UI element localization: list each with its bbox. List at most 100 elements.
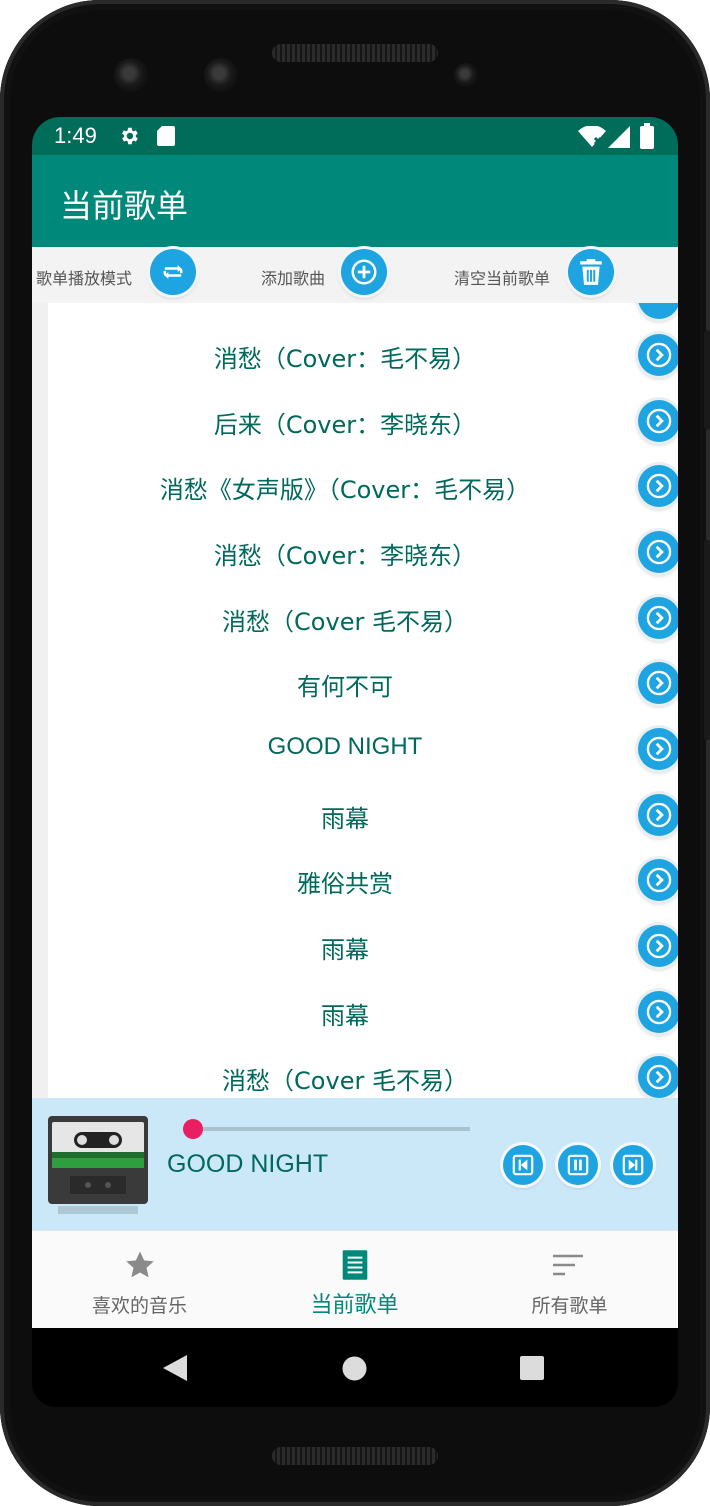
nav-label: 所有歌单 [531, 1295, 608, 1317]
nav-label: 当前歌单 [310, 1293, 399, 1318]
list-item[interactable]: GOOD NIGHT [32, 715, 678, 781]
list-item[interactable]: 消愁（Cover：毛不易） [32, 321, 678, 387]
chevron-right-circle-icon [646, 802, 672, 828]
phone-frame: 1:49 当前歌单 歌单播放模式 添加歌曲 清空当前歌单 消愁（Cover：毛不… [0, 0, 710, 1506]
front-camera [114, 58, 148, 92]
play-song-button[interactable] [638, 1056, 678, 1098]
bottom-navigation: 喜欢的音乐 当前歌单 所有歌单 [32, 1230, 678, 1328]
list-item[interactable]: 消愁（Cover 毛不易） [32, 1043, 678, 1098]
add-song-label: 添加歌曲 [261, 269, 326, 288]
list-document-icon [337, 1247, 373, 1283]
play-song-button[interactable] [638, 925, 678, 967]
pause-icon [567, 1154, 589, 1176]
status-bar: 1:49 [32, 117, 678, 155]
nav-current-playlist[interactable]: 当前歌单 [247, 1231, 462, 1329]
song-title: 雨幕 [321, 805, 369, 833]
play-song-button[interactable] [638, 400, 678, 442]
repeat-icon [163, 265, 183, 279]
clear-playlist-label: 清空当前歌单 [454, 269, 551, 288]
song-title: 消愁（Cover 毛不易） [222, 608, 468, 636]
page-title: 当前歌单 [60, 187, 189, 225]
back-icon[interactable] [163, 1355, 187, 1381]
mini-player: GOOD NIGHT [32, 1098, 678, 1230]
screen: 1:49 当前歌单 歌单播放模式 添加歌曲 清空当前歌单 消愁（Cover：毛不… [32, 117, 678, 1407]
play-song-button[interactable] [638, 334, 678, 376]
play-song-button[interactable] [638, 465, 678, 507]
play-mode-button[interactable] [150, 249, 196, 295]
play-song-button[interactable] [638, 728, 678, 770]
chevron-right-circle-icon [646, 867, 672, 893]
chevron-right-circle-icon [646, 736, 672, 762]
chevron-right-circle-icon [646, 473, 672, 499]
signal-icon [608, 126, 630, 148]
song-title: 雅俗共赏 [297, 870, 393, 898]
playlist-actions-bar: 歌单播放模式 添加歌曲 清空当前歌单 [32, 247, 678, 303]
play-song-button[interactable] [638, 991, 678, 1033]
song-title: 消愁（Cover：李晓东） [213, 542, 477, 570]
list-item[interactable]: 消愁（Cover：李晓东） [32, 518, 678, 584]
list-item[interactable]: 雨幕 [32, 978, 678, 1044]
app-toolbar: 当前歌单 [32, 155, 678, 247]
next-button[interactable] [613, 1145, 653, 1185]
chevron-right-circle-icon [646, 670, 672, 696]
cassette-tape-icon [48, 1116, 148, 1214]
chevron-right-circle-icon [646, 1064, 672, 1090]
song-title: GOOD NIGHT [267, 733, 423, 760]
sort-lines-icon [550, 1247, 586, 1283]
trash-icon [580, 259, 602, 285]
bottom-speaker [272, 1447, 438, 1465]
playlist: 消愁（Cover：毛不易） 后来（Cover：李晓东） 消愁《女声版》（Cove… [32, 303, 678, 1098]
pause-button[interactable] [558, 1145, 598, 1185]
battery-icon [640, 123, 654, 149]
list-item[interactable]: 雨幕 [32, 912, 678, 978]
song-title: 消愁《女声版》（Cover：毛不易） [159, 476, 531, 504]
status-time: 1:49 [54, 123, 97, 148]
song-title: 消愁（Cover：毛不易） [213, 345, 477, 373]
side-button [704, 330, 710, 430]
list-item[interactable]: 消愁《女声版》（Cover：毛不易） [32, 452, 678, 518]
play-song-button[interactable] [638, 859, 678, 901]
recents-icon[interactable] [520, 1356, 544, 1380]
wifi-icon [578, 126, 606, 147]
nav-favorite-music[interactable]: 喜欢的音乐 [32, 1231, 247, 1329]
chevron-right-circle-icon [646, 933, 672, 959]
top-speaker [272, 44, 438, 62]
chevron-right-circle-icon [646, 342, 672, 368]
plus-circle-icon [351, 259, 377, 285]
play-song-button[interactable] [638, 531, 678, 573]
song-title: 后来（Cover：李晓东） [213, 411, 477, 439]
nav-all-playlists[interactable]: 所有歌单 [462, 1231, 677, 1329]
front-camera [204, 58, 238, 92]
play-mode-label: 歌单播放模式 [36, 269, 133, 288]
list-item[interactable]: 后来（Cover：李晓东） [32, 387, 678, 453]
progress-thumb[interactable] [183, 1119, 203, 1139]
song-title: 有何不可 [297, 673, 393, 701]
skip-next-icon [622, 1154, 644, 1176]
nav-label: 喜欢的音乐 [91, 1295, 187, 1317]
chevron-right-circle-icon [646, 999, 672, 1025]
list-item[interactable]: 消愁（Cover 毛不易） [32, 584, 678, 650]
play-song-button[interactable] [638, 794, 678, 836]
song-title: 雨幕 [321, 936, 369, 964]
system-navigation-bar [32, 1328, 678, 1407]
skip-previous-icon [512, 1154, 534, 1176]
list-item[interactable]: 雅俗共赏 [32, 846, 678, 912]
chevron-right-circle-icon [646, 605, 672, 631]
song-title: 消愁（Cover 毛不易） [222, 1067, 468, 1095]
song-title: 雨幕 [321, 1002, 369, 1030]
chevron-right-circle-icon [646, 539, 672, 565]
play-song-button[interactable] [638, 662, 678, 704]
clear-playlist-button[interactable] [568, 249, 614, 295]
sd-card-icon [157, 126, 175, 146]
previous-button[interactable] [503, 1145, 543, 1185]
star-icon [122, 1247, 158, 1283]
list-item[interactable]: 雨幕 [32, 781, 678, 847]
home-icon[interactable] [342, 1356, 367, 1381]
chevron-right-circle-icon [646, 408, 672, 434]
play-song-button[interactable] [638, 597, 678, 639]
progress-track[interactable] [192, 1127, 470, 1131]
side-button [704, 540, 710, 740]
list-item[interactable]: 有何不可 [32, 649, 678, 715]
proximity-sensor [454, 63, 478, 87]
add-song-button[interactable] [341, 249, 387, 295]
